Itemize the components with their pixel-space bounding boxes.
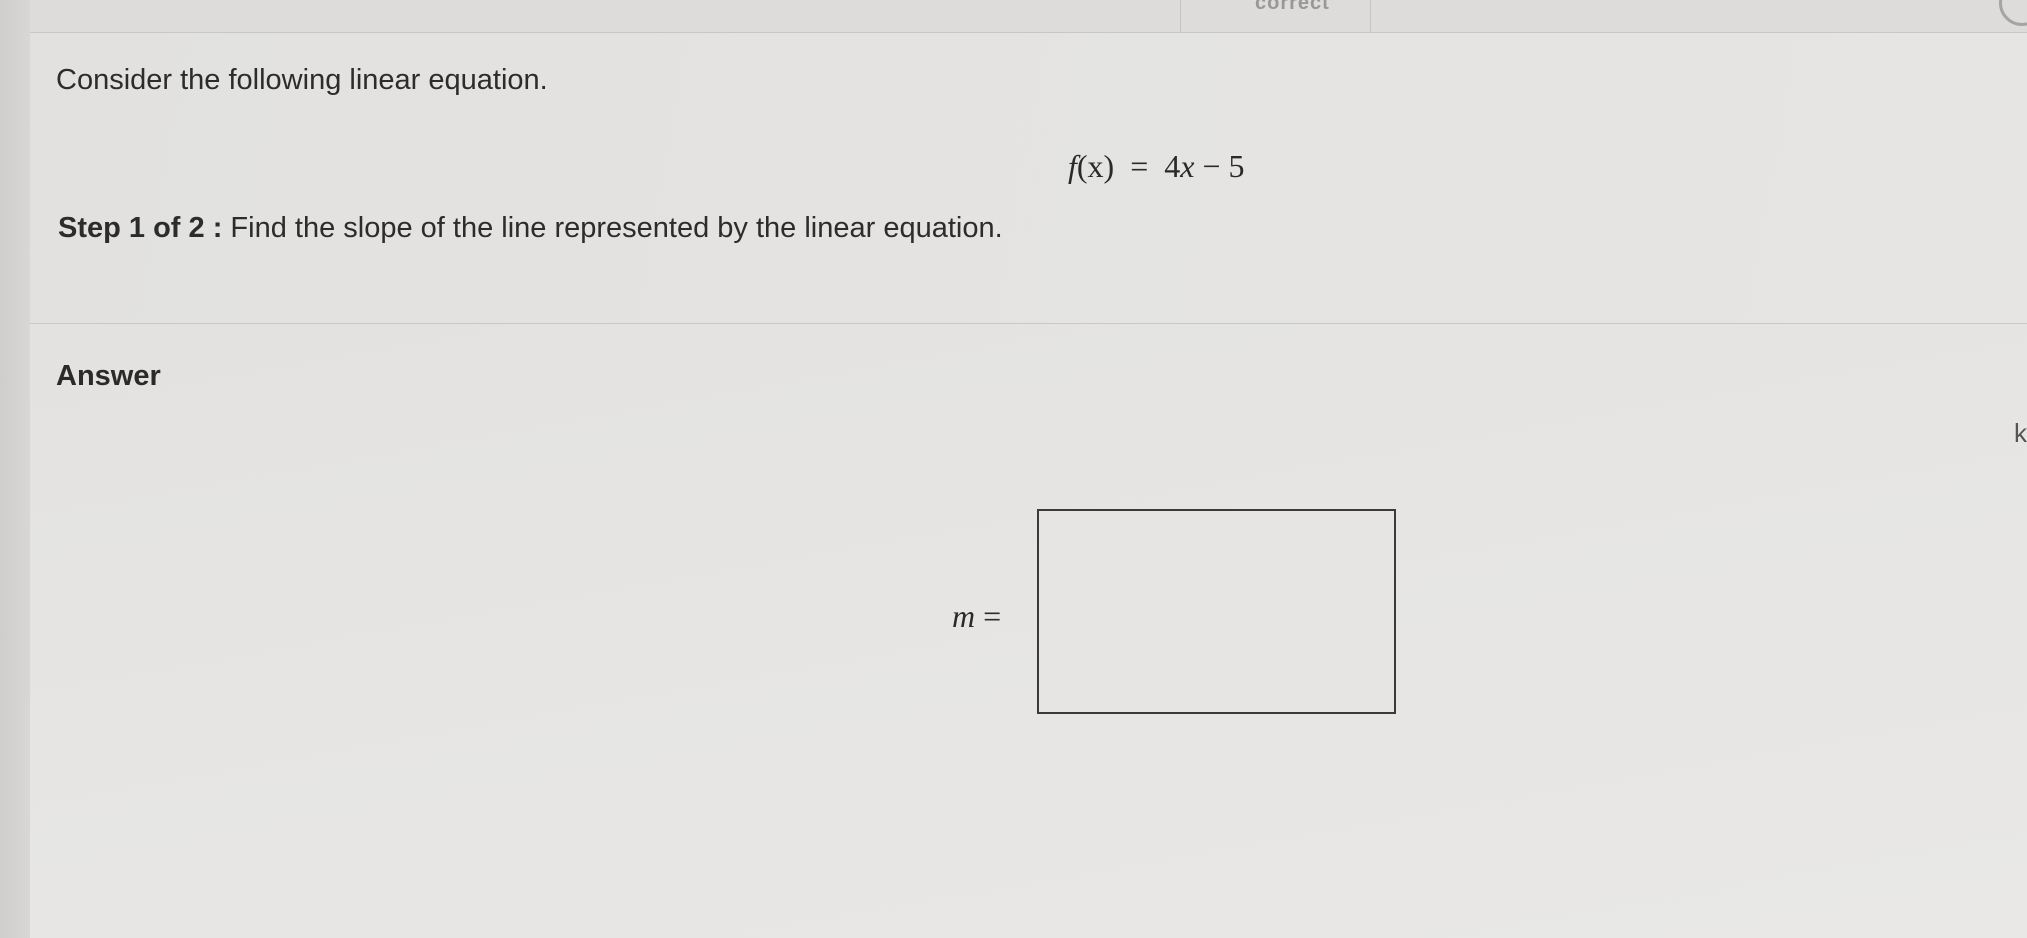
edge-glyph: k — [2014, 418, 2027, 448]
slope-answer-input[interactable] — [1037, 509, 1396, 714]
linear-equation: f(x) = 4x − 5 — [1068, 148, 1245, 184]
top-bar-divider — [1180, 0, 1181, 32]
equation-rest: − 5 — [1194, 148, 1245, 184]
answer-heading: Answer — [56, 360, 161, 392]
answer-panel — [30, 324, 2027, 938]
equals-sign: = — [975, 598, 1002, 634]
corner-ring-icon[interactable] — [1999, 0, 2027, 26]
step-instruction: Step 1 of 2 : Find the slope of the line… — [58, 212, 1003, 245]
top-bar-label: correct — [1255, 0, 1330, 14]
slope-variable-label: m = — [952, 598, 1001, 635]
equation-coef: 4 — [1164, 148, 1181, 184]
step-text: Find the slope of the line represented b… — [230, 212, 1003, 244]
top-bar-divider — [1370, 0, 1371, 32]
top-bar: correct — [30, 0, 2027, 33]
equation-rhs-var: x — [1180, 148, 1195, 184]
question-intro: Consider the following linear equation. — [56, 64, 548, 96]
step-label: Step 1 of 2 : — [58, 212, 223, 244]
equation-var: x — [1087, 148, 1104, 184]
slope-variable: m — [952, 598, 976, 634]
left-edge-strip — [0, 0, 31, 938]
equation-func: f — [1068, 148, 1077, 184]
